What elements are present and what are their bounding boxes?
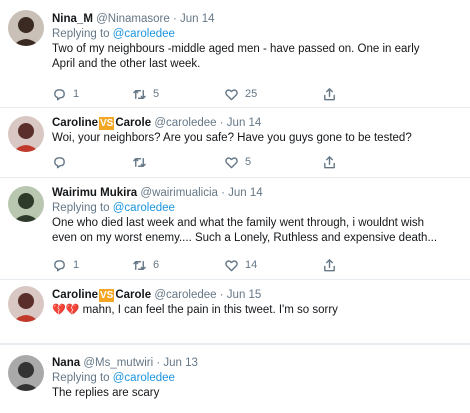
tweet-3[interactable]: Wairimu Mukira @wairimualicia · Jun 14 R… bbox=[0, 178, 470, 280]
tweet-2[interactable]: Caroline VS Carole @caroledee · Jun 14 Woi… bbox=[0, 108, 470, 178]
author-handle[interactable]: @Ninamasore bbox=[96, 13, 170, 25]
retweet-icon bbox=[133, 157, 146, 167]
replying-to-label: Replying to bbox=[52, 372, 110, 384]
author-name-part2: Carole bbox=[115, 289, 152, 301]
tweet-1[interactable]: Nina_M @Ninamasore · Jun 14 Replying to … bbox=[0, 0, 470, 108]
separator-dot: · bbox=[221, 187, 225, 199]
avatar-image bbox=[8, 286, 44, 322]
avatar[interactable] bbox=[8, 286, 44, 322]
like-button[interactable]: 5 bbox=[224, 154, 251, 170]
like-count: 25 bbox=[245, 88, 258, 100]
tweet-text-line: mahn, I can feel the pain in this tweet.… bbox=[79, 304, 338, 316]
separator-dot: · bbox=[172, 13, 177, 25]
like-button[interactable]: 14 bbox=[224, 257, 257, 273]
replying-to-mention[interactable]: @caroledee bbox=[113, 372, 175, 384]
like-icon bbox=[225, 156, 238, 168]
tweet-actions: 5 bbox=[52, 154, 412, 170]
tweet-text: Woi, your neighbors? Are you safe? Have … bbox=[52, 131, 462, 146]
like-icon bbox=[225, 88, 238, 100]
author-name-part2: Carole bbox=[115, 117, 152, 129]
avatar-image bbox=[8, 186, 44, 222]
like-icon bbox=[225, 259, 238, 271]
tweet-text: Two of my neighbours -middle aged men - … bbox=[52, 42, 462, 72]
avatar-image bbox=[8, 116, 44, 152]
tweet-text-line: April and the other last week. bbox=[52, 58, 201, 70]
author-name[interactable]: Wairimu Mukira bbox=[52, 187, 137, 199]
vs-badge: VS bbox=[99, 117, 115, 130]
reply-icon bbox=[54, 88, 65, 100]
tweet-date[interactable]: Jun 14 bbox=[227, 117, 262, 129]
tweet-text-line: One who died last week and what the fami… bbox=[52, 217, 425, 229]
author-name[interactable]: Nana bbox=[52, 357, 80, 369]
author-handle[interactable]: @caroledee bbox=[154, 289, 216, 301]
author-name-part1: Caroline bbox=[52, 289, 99, 301]
replying-to-mention[interactable]: @caroledee bbox=[113, 28, 175, 40]
retweet-count: 5 bbox=[153, 88, 160, 100]
replying-to: Replying to @caroledee bbox=[52, 201, 462, 216]
retweet-button[interactable]: 5 bbox=[132, 86, 159, 102]
separator-dot: · bbox=[219, 289, 224, 301]
retweet-icon bbox=[133, 89, 146, 99]
retweet-button[interactable]: 6 bbox=[132, 257, 159, 273]
separator-dot: · bbox=[219, 117, 224, 129]
replying-to: Replying to @caroledee bbox=[52, 371, 462, 386]
tweet-5[interactable]: Nana @Ms_mutwiri · Jun 13 Replying to @c… bbox=[0, 344, 470, 413]
tweet-4[interactable]: Caroline VS Carole @caroledee · Jun 15 💔💔 … bbox=[0, 280, 470, 344]
avatar[interactable] bbox=[8, 116, 44, 152]
reply-button[interactable]: 1 bbox=[52, 86, 79, 102]
like-count: 5 bbox=[245, 156, 252, 168]
reply-button[interactable]: 1 bbox=[52, 257, 79, 273]
replying-to: Replying to @caroledee bbox=[52, 27, 462, 42]
tweet-date[interactable]: Jun 15 bbox=[227, 289, 262, 301]
share-button[interactable] bbox=[322, 154, 337, 170]
author-handle[interactable]: @Ms_mutwiri bbox=[83, 357, 153, 369]
tweet-actions: 1 5 25 bbox=[52, 86, 412, 102]
tweet-text-line: The replies are scary bbox=[52, 387, 160, 399]
like-button[interactable]: 25 bbox=[224, 86, 257, 102]
replying-to-label: Replying to bbox=[52, 28, 110, 40]
tweet-date[interactable]: Jun 14 bbox=[180, 13, 215, 25]
share-icon bbox=[324, 258, 335, 271]
retweet-count: 6 bbox=[153, 259, 160, 271]
author-name[interactable]: Caroline VS Carole bbox=[52, 289, 152, 302]
reply-icon bbox=[54, 156, 65, 168]
retweet-icon bbox=[133, 260, 146, 270]
tweet-text-line: Woi, your neighbors? Are you safe? Have … bbox=[52, 132, 412, 144]
tweet-actions: 1 6 14 bbox=[52, 257, 412, 273]
tweet-text-line: Two of my neighbours -middle aged men - … bbox=[52, 43, 420, 55]
reply-count: 1 bbox=[73, 259, 80, 271]
avatar-image bbox=[8, 10, 44, 46]
author-name[interactable]: Nina_M bbox=[52, 13, 93, 25]
share-button[interactable] bbox=[322, 257, 337, 273]
replying-to-mention[interactable]: @caroledee bbox=[113, 202, 175, 214]
like-count: 14 bbox=[245, 259, 258, 271]
reply-count: 1 bbox=[73, 88, 80, 100]
tweet-text-line: even on my worst enemy.... Such a Lonely… bbox=[52, 232, 438, 244]
reply-icon bbox=[54, 259, 65, 271]
tweet-text: The replies are scary bbox=[52, 386, 462, 401]
replying-to-label: Replying to bbox=[52, 202, 110, 214]
separator-dot: · bbox=[156, 357, 161, 369]
broken-heart-emoji: 💔💔 bbox=[52, 304, 80, 316]
share-icon bbox=[324, 87, 335, 100]
tweet-text: 💔💔 mahn, I can feel the pain in this twe… bbox=[52, 303, 462, 318]
avatar[interactable] bbox=[8, 186, 44, 222]
vs-badge: VS bbox=[99, 289, 115, 302]
author-handle[interactable]: @caroledee bbox=[154, 117, 216, 129]
avatar-image bbox=[8, 355, 44, 391]
avatar[interactable] bbox=[8, 10, 44, 46]
avatar[interactable] bbox=[8, 355, 44, 391]
tweet-date[interactable]: Jun 14 bbox=[228, 187, 263, 199]
tweet-date[interactable]: Jun 13 bbox=[163, 357, 198, 369]
reply-button[interactable] bbox=[52, 154, 73, 170]
author-handle[interactable]: @wairimualicia bbox=[140, 187, 218, 199]
tweet-text: One who died last week and what the fami… bbox=[52, 216, 462, 246]
author-name-part1: Caroline bbox=[52, 117, 99, 129]
share-button[interactable] bbox=[322, 86, 337, 102]
retweet-button[interactable] bbox=[132, 154, 153, 170]
author-name[interactable]: Caroline VS Carole bbox=[52, 117, 152, 130]
share-icon bbox=[324, 155, 335, 168]
